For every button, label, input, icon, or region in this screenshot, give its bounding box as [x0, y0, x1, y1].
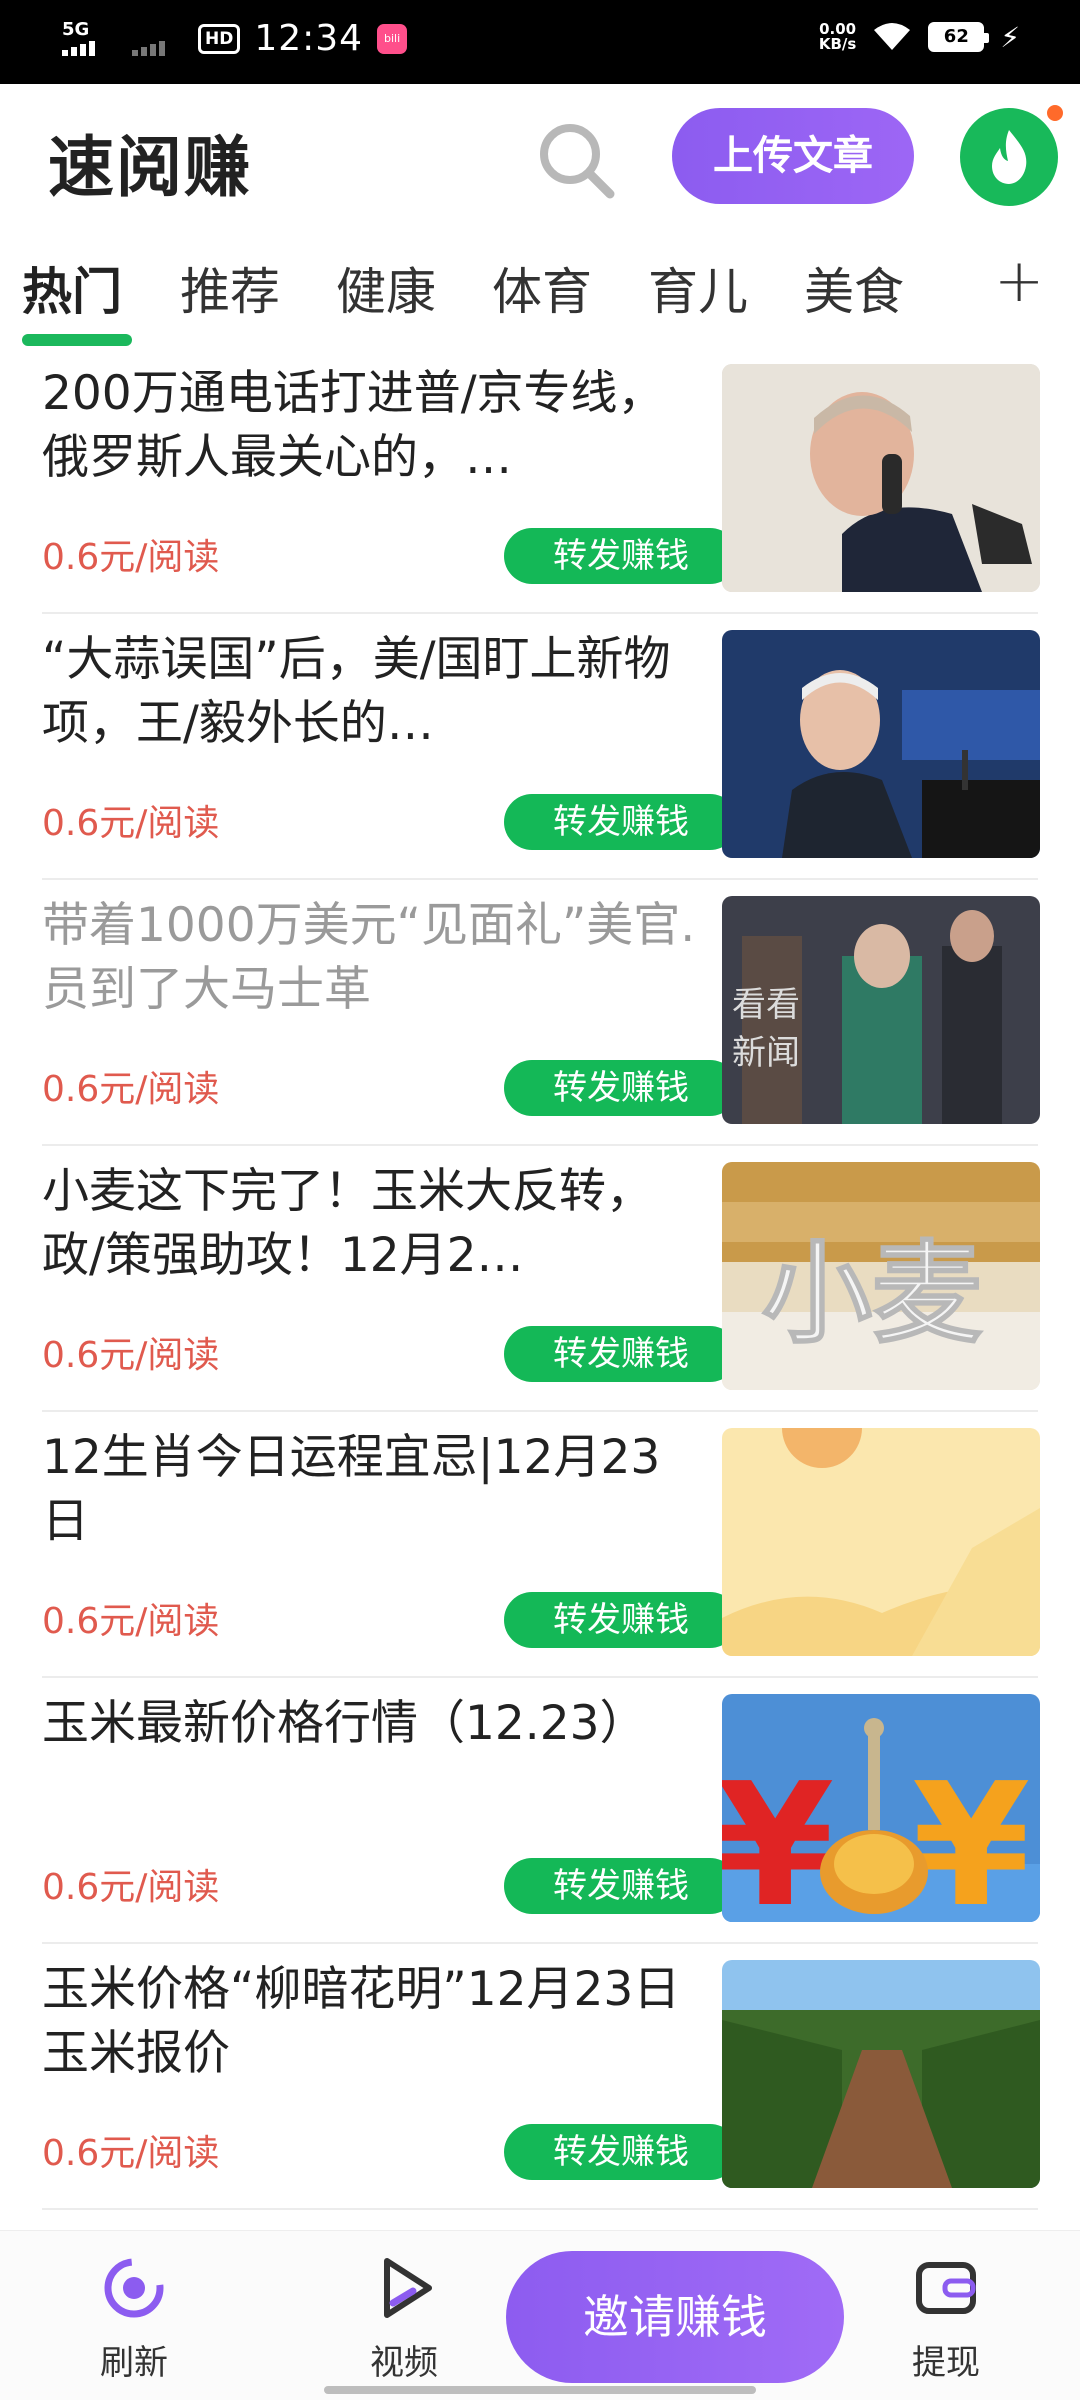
article-title[interactable]: 带着1000万美元“见面礼”美官.员到了大马士革	[42, 894, 702, 1022]
wheat-photo: 小麦	[722, 1162, 1040, 1390]
article-title[interactable]: 玉米价格“柳暗花明”12月23日玉米报价	[42, 1958, 702, 2086]
app-header: 速阅赚 上传文章	[0, 84, 1080, 230]
wallet-icon	[916, 2262, 976, 2314]
tab-hot[interactable]: 热门	[22, 252, 122, 324]
article-thumbnail[interactable]	[722, 1960, 1040, 2188]
refresh-icon	[104, 2258, 164, 2318]
category-tabs: 热门 推荐 健康 体育 育儿 美食 +	[0, 230, 1080, 348]
article-price: 0.6元/阅读	[42, 2133, 220, 2174]
article-card[interactable]: “大蒜误国”后，美/国盯上新物项，王/毅外长的… 0.6元/阅读 转发赚钱	[42, 614, 1040, 880]
nav-withdraw-label: 提现	[912, 2343, 980, 2383]
add-tab-button[interactable]: +	[994, 246, 1044, 316]
article-card[interactable]: 12生肖今日运程宜忌|12月23日 0.6元/阅读 转发赚钱	[42, 1412, 1040, 1678]
article-thumbnail[interactable]: 小麦	[722, 1162, 1040, 1390]
upload-article-button[interactable]: 上传文章	[672, 108, 914, 204]
article-thumbnail[interactable]	[722, 364, 1040, 592]
search-icon	[540, 124, 615, 199]
svg-text:小麦: 小麦	[762, 1230, 982, 1358]
clock: 12:34	[254, 18, 364, 59]
article-price: 0.6元/阅读	[42, 1867, 220, 1908]
article-price: 0.6元/阅读	[42, 803, 220, 844]
flame-icon	[992, 130, 1027, 184]
article-card[interactable]: 玉米最新价格行情（12.23） 0.6元/阅读 转发赚钱 ¥ ¥	[42, 1678, 1040, 1944]
active-tab-indicator	[22, 334, 132, 346]
phone-call-photo	[722, 364, 1040, 592]
article-thumbnail[interactable]	[722, 630, 1040, 858]
wifi-icon	[874, 23, 911, 50]
share-earn-button[interactable]: 转发赚钱	[504, 1858, 738, 1914]
article-title[interactable]: “大蒜误国”后，美/国盯上新物项，王/毅外长的…	[42, 628, 702, 756]
tab-recommend[interactable]: 推荐	[180, 252, 280, 324]
tab-parenting[interactable]: 育儿	[648, 252, 748, 324]
nav-withdraw[interactable]: 提现	[876, 2253, 1016, 2384]
share-earn-button[interactable]: 转发赚钱	[504, 794, 738, 850]
share-earn-button[interactable]: 转发赚钱	[504, 2124, 738, 2180]
article-thumbnail[interactable]: ¥ ¥	[722, 1694, 1040, 1922]
network-type-label: 5G	[62, 18, 90, 40]
hd-icon: HD	[198, 23, 241, 54]
tab-food[interactable]: 美食	[804, 252, 904, 324]
article-price: 0.6元/阅读	[42, 537, 220, 578]
nav-video-label: 视频	[370, 2343, 438, 2383]
share-earn-button[interactable]: 转发赚钱	[504, 528, 738, 584]
cornfield-photo	[722, 1960, 1040, 2188]
article-card[interactable]: 玉米价格“柳暗花明”12月23日玉米报价 0.6元/阅读 转发赚钱	[42, 1944, 1040, 2210]
nav-refresh-label: 刷新	[100, 2343, 168, 2383]
svg-text:¥: ¥	[912, 1747, 1030, 1922]
article-thumbnail[interactable]	[722, 1428, 1040, 1656]
zodiac-illustration	[722, 1428, 1040, 1656]
bilibili-notification-icon: bili	[377, 23, 408, 54]
nav-video[interactable]: 视频	[334, 2253, 474, 2384]
article-price: 0.6元/阅读	[42, 1335, 220, 1376]
status-bar: 5G HD 12:34 bili 0.00 KB/s 62 ⚡	[0, 0, 1080, 84]
svg-text:¥: ¥	[722, 1747, 834, 1922]
tab-health[interactable]: 健康	[336, 252, 436, 324]
share-earn-button[interactable]: 转发赚钱	[504, 1592, 738, 1648]
article-thumbnail[interactable]: 看看 新闻	[722, 896, 1040, 1124]
play-icon	[384, 2258, 432, 2318]
article-price: 0.6元/阅读	[42, 1069, 220, 1110]
hot-button[interactable]	[960, 102, 1066, 206]
network-speed: 0.00 KB/s	[818, 20, 857, 53]
share-earn-button[interactable]: 转发赚钱	[504, 1060, 738, 1116]
news-video-photo: 看看 新闻	[722, 896, 1040, 1124]
tab-sports[interactable]: 体育	[492, 252, 592, 324]
article-card[interactable]: 200万通电话打进普/京专线，俄罗斯人最关心的，… 0.6元/阅读 转发赚钱	[42, 348, 1040, 614]
corn-yuan-photo: ¥ ¥	[722, 1694, 1040, 1922]
cellular-signal-icon: 5G	[58, 19, 114, 59]
share-earn-button[interactable]: 转发赚钱	[504, 1326, 738, 1382]
home-indicator[interactable]	[324, 2386, 756, 2394]
cellular-signal-2-icon	[128, 19, 184, 59]
article-title[interactable]: 200万通电话打进普/京专线，俄罗斯人最关心的，…	[42, 362, 702, 490]
svg-text:新闻: 新闻	[732, 1033, 800, 1073]
app-title: 速阅赚	[48, 129, 252, 206]
article-card[interactable]: 带着1000万美元“见面礼”美官.员到了大马士革 0.6元/阅读 转发赚钱 看看…	[42, 880, 1040, 1146]
article-title[interactable]: 12生肖今日运程宜忌|12月23日	[42, 1426, 702, 1554]
charging-icon: ⚡	[1000, 20, 1020, 54]
article-title[interactable]: 小麦这下完了！玉米大反转，政/策强助攻！12月2…	[42, 1160, 702, 1288]
invite-earn-button[interactable]: 邀请赚钱	[506, 2251, 844, 2383]
notification-dot	[1044, 102, 1066, 124]
article-price: 0.6元/阅读	[42, 1601, 220, 1642]
nav-refresh[interactable]: 刷新	[64, 2253, 204, 2384]
speech-photo	[722, 630, 1040, 858]
battery-icon: 62	[928, 22, 990, 52]
bottom-navigation: 刷新 视频 邀请赚钱 提现	[0, 2230, 1080, 2400]
article-title[interactable]: 玉米最新价格行情（12.23）	[42, 1692, 702, 1820]
svg-text:看看: 看看	[732, 985, 800, 1025]
search-button[interactable]	[530, 114, 620, 204]
article-card[interactable]: 小麦这下完了！玉米大反转，政/策强助攻！12月2… 0.6元/阅读 转发赚钱 小…	[42, 1146, 1040, 1412]
